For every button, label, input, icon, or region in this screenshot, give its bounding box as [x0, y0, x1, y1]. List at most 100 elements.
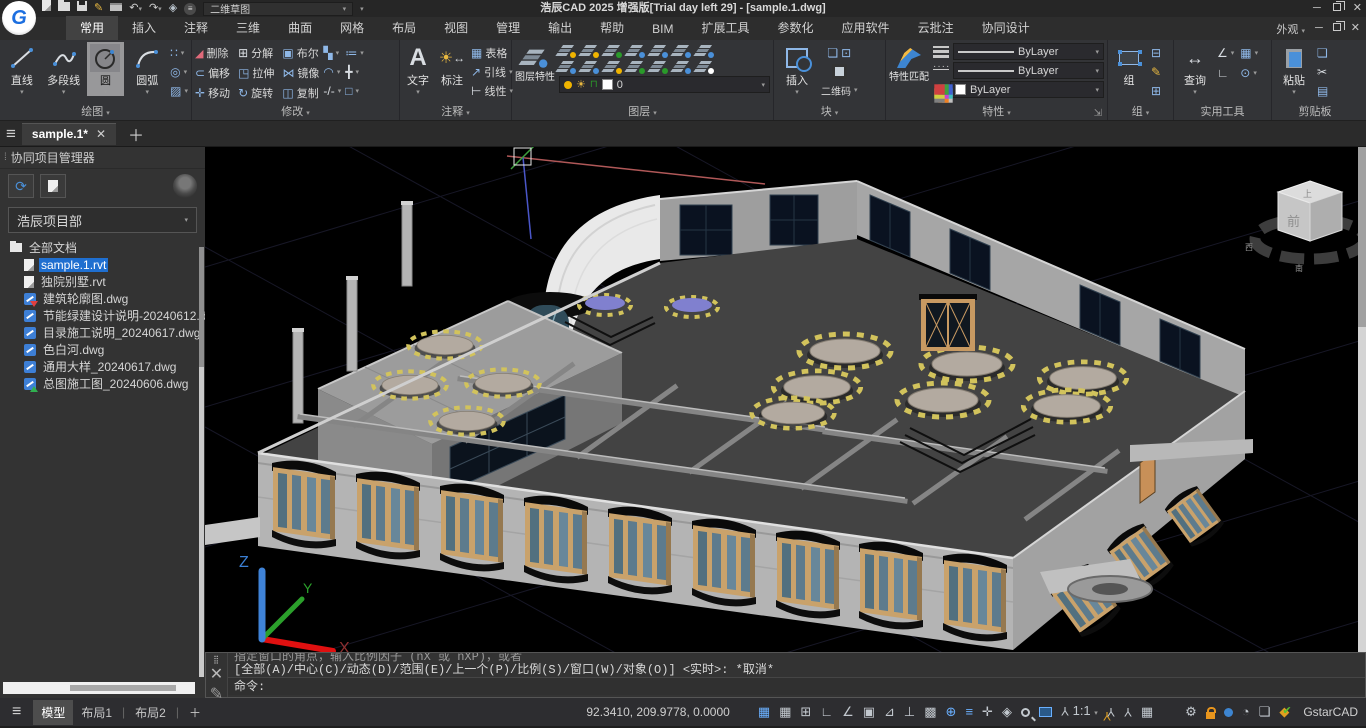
panel-label-clipboard[interactable]: 剪贴板 [1275, 105, 1355, 120]
panel-label-block[interactable]: 块▾ [777, 105, 882, 120]
lineweight-icon[interactable] [933, 46, 949, 58]
save-as-icon[interactable]: ✎ [94, 0, 103, 17]
rotate-button[interactable]: ↻旋转 [238, 85, 274, 101]
hatch-icon[interactable]: ▨ [170, 84, 181, 98]
calculator-icon[interactable]: ▦ [1240, 46, 1251, 60]
tab-help[interactable]: 帮助 [586, 16, 638, 40]
save-icon[interactable] [77, 0, 87, 17]
erase-button[interactable]: ◢删除 [195, 45, 230, 61]
tab-bim[interactable]: BIM [638, 19, 687, 40]
new-layout-icon[interactable]: ＋ [181, 700, 209, 725]
tab-surface[interactable]: 曲面 [274, 16, 326, 40]
lineweight-combo[interactable]: ByLayer▾ [953, 43, 1104, 60]
explode-button[interactable]: ⊞分解 [238, 45, 274, 61]
text-button[interactable]: A 文字▾ [403, 42, 433, 96]
layout1-tab[interactable]: 布局1 [73, 700, 120, 725]
polar-icon[interactable]: ∠ [842, 698, 854, 726]
tab-parametric[interactable]: 参数化 [764, 16, 828, 40]
model-tab[interactable]: 模型 [33, 700, 73, 725]
grid-icon[interactable]: ▦ [779, 698, 791, 726]
layer-properties-button[interactable]: 图层特性 [515, 42, 555, 83]
sync-button[interactable]: ⟳ [8, 174, 34, 198]
tab-insert[interactable]: 插入 [118, 16, 170, 40]
layout-table-icon[interactable]: ▦ [1141, 698, 1153, 726]
tree-item[interactable]: 色白河.dwg [0, 341, 205, 358]
dialog-launcher-icon[interactable]: ⇲ [1094, 106, 1102, 121]
line-button[interactable]: 直线▾ [3, 42, 41, 96]
fillet-icon[interactable]: ◠ [323, 65, 333, 79]
paste-special-icon[interactable]: ▤ [1317, 84, 1328, 98]
status-menu-icon[interactable]: ≡ [0, 703, 33, 721]
close-button[interactable]: ✕ [1353, 0, 1362, 17]
command-line-dock[interactable]: ⣿ ✕ ✎ 指定窗口的角点，输入比例因子 (nX 或 nXP)，或者 [全部(A… [205, 652, 1366, 698]
new-file-icon[interactable] [42, 0, 51, 17]
tree-item-folder[interactable]: 全部文档 [0, 239, 205, 256]
lineweight-display-icon[interactable]: ≡ [965, 698, 973, 726]
layer-stack-icon[interactable]: ◈ [1002, 698, 1012, 726]
linetype-icon[interactable] [933, 67, 949, 75]
panel-label-modify[interactable]: 修改▾ [195, 105, 396, 120]
tab-mesh[interactable]: 网格 [326, 16, 378, 40]
leader-button[interactable]: ↗引线▾ [471, 64, 513, 80]
3d-object-snap-icon[interactable]: ⊿ [884, 698, 895, 726]
color-combo[interactable]: ByLayer▾ [950, 81, 1104, 98]
table-button[interactable]: ▦表格 [471, 45, 513, 61]
tab-apps[interactable]: 应用软件 [828, 16, 904, 40]
redo-icon[interactable]: ↷▾ [149, 0, 162, 18]
group-edit-icon[interactable]: ✎ [1151, 65, 1161, 79]
layer-thaw-icon[interactable] [628, 60, 645, 74]
restore-button[interactable] [1333, 0, 1341, 17]
doc-close-icon[interactable]: ✕ [96, 127, 106, 141]
open-file-icon[interactable] [58, 0, 70, 17]
panel-label-properties[interactable]: 特性▾⇲ [889, 105, 1104, 120]
panel-label-group[interactable]: 组▾ [1111, 105, 1170, 120]
ribbon-restore-button[interactable] [1333, 20, 1341, 37]
clean-screen-icon[interactable]: ❏ [1259, 698, 1271, 726]
color-grid-icon[interactable] [934, 84, 944, 94]
copy-clip-icon[interactable]: ❏ [1317, 46, 1328, 60]
lock-ui-icon[interactable] [1206, 712, 1215, 719]
panel-label-annotate[interactable]: 注释▾ [403, 105, 508, 120]
tab-3d[interactable]: 三维 [222, 16, 274, 40]
more-icon[interactable]: ▾ [360, 5, 364, 13]
ellipse-icon[interactable]: ◎ [170, 65, 180, 79]
panel-label-layers[interactable]: 图层▾ [515, 105, 770, 120]
upload-button[interactable] [40, 174, 66, 198]
tab-view[interactable]: 视图 [430, 16, 482, 40]
layer-freeze-icon[interactable] [582, 44, 599, 58]
array-icon[interactable]: ▚ [323, 46, 332, 60]
align-icon[interactable]: ≔ [345, 46, 357, 60]
linear-button[interactable]: ⊢线性▾ [471, 83, 513, 99]
qrcode-icon[interactable] [832, 64, 847, 79]
tree-item[interactable]: 目录施工说明_20240617.dwg [0, 324, 205, 341]
layer-isolate-icon[interactable] [628, 44, 645, 58]
id-point-icon[interactable]: ⊙ [1240, 66, 1250, 80]
panel-label-draw[interactable]: 绘图▾ [3, 105, 188, 120]
circle-button[interactable]: 圆▾ [87, 42, 125, 96]
document-tab[interactable]: sample.1* ✕ [22, 123, 116, 145]
chat-icon[interactable]: ≡ [184, 0, 196, 17]
tree-item[interactable]: 建筑轮廓图.dwg [0, 290, 205, 307]
layer-unlock-icon[interactable] [605, 44, 622, 58]
tab-output[interactable]: 输出 [534, 16, 586, 40]
performance-icon[interactable]: ◔ [1242, 698, 1250, 726]
mirror-button[interactable]: ⋈镜像 [282, 65, 319, 81]
layer-merge-icon[interactable] [651, 60, 668, 74]
snap-mode-icon[interactable]: ⊞ [800, 698, 811, 726]
measure-button[interactable]: ↔ 查询▾ [1177, 42, 1213, 96]
undo-icon[interactable]: ↶▾ [129, 0, 142, 18]
layer-prev-icon[interactable] [559, 60, 576, 74]
object-snap-icon[interactable]: ▣ [863, 698, 875, 726]
settings-gear-icon[interactable]: ⚙ [1185, 698, 1197, 726]
crosshair-icon[interactable]: ✛ [982, 698, 993, 726]
match-properties-button[interactable]: 特性匹配 [889, 42, 929, 83]
sidebar-vertical-scrollbar[interactable] [199, 247, 204, 677]
security-check-icon[interactable]: ◆✔ [1279, 704, 1293, 720]
new-document-icon[interactable]: ＋ [122, 122, 150, 146]
point-grid-icon[interactable]: ∷ [170, 46, 178, 60]
break-icon[interactable]: -/- [323, 84, 334, 98]
layer-cur-icon[interactable] [582, 60, 599, 74]
layer-stack-icon[interactable] [651, 44, 668, 58]
annotation-scale-icon[interactable]: Y 1:1 ▾ [1061, 697, 1098, 728]
canvas-vertical-scrollbar[interactable] [1358, 147, 1366, 652]
